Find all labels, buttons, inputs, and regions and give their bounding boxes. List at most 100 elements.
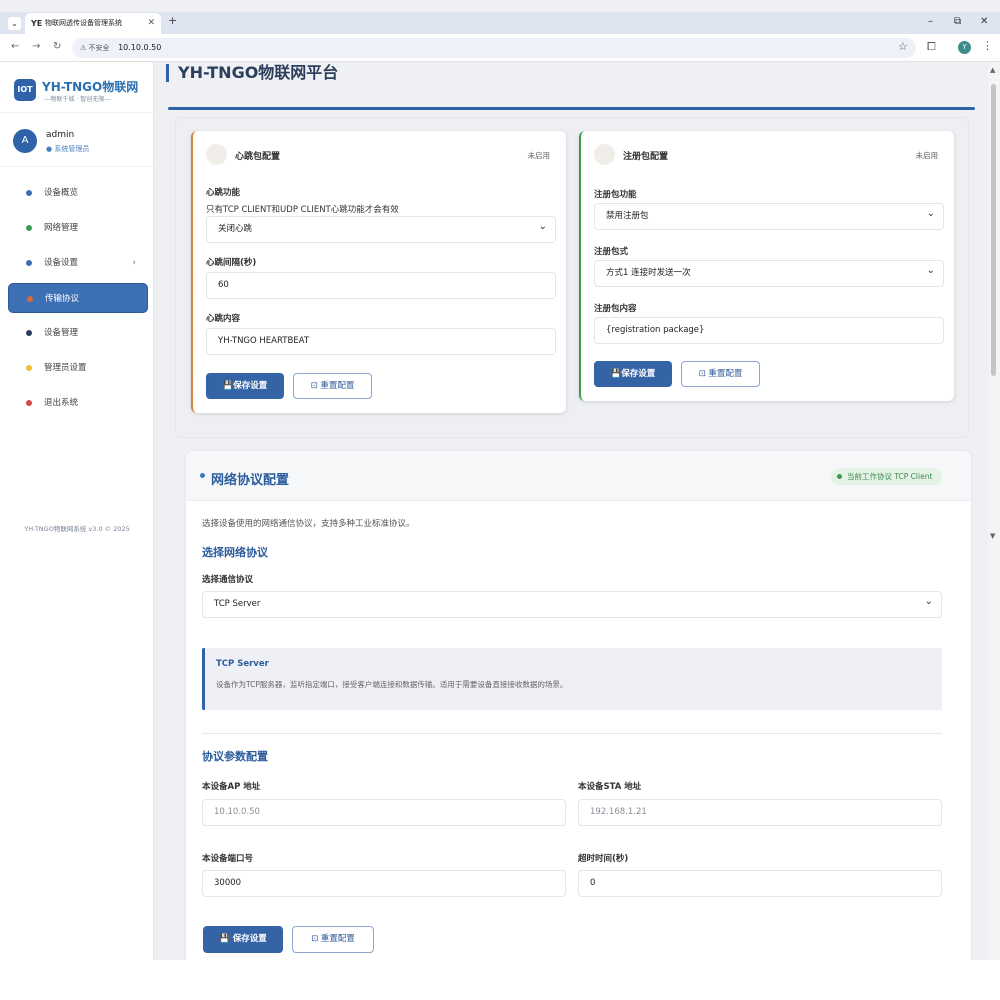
sidebar-item-label: 退出系统 (44, 398, 79, 408)
page-title: YH-TNGO物联网平台 (166, 64, 338, 82)
browser-window: ⌄ YE 物联网透传设备管理系统 ✕ + – ⧉ ✕ ← → ↻ ⚠ 不安全 1… (0, 0, 1000, 960)
profile-avatar[interactable]: Y (958, 41, 971, 54)
url-text: 10.10.0.50 (118, 43, 162, 52)
new-tab-icon[interactable]: + (168, 14, 177, 27)
port-input[interactable]: 30000 (202, 870, 566, 897)
heartbeat-hint: 只有TCP CLIENT和UDP CLIENT心跳功能才会有效 (206, 205, 399, 215)
scrollbar-thumb[interactable] (991, 84, 996, 376)
forward-icon[interactable]: → (32, 41, 40, 52)
registration-mode-label: 注册包式 (594, 247, 629, 257)
registration-function-label: 注册包功能 (594, 190, 637, 200)
back-icon[interactable]: ← (11, 41, 19, 52)
tab-search-icon[interactable]: ⌄ (8, 17, 21, 30)
current-protocol-badge: 当前工作协议 TCP Client (831, 468, 943, 485)
registration-reset-button[interactable]: ⊡ 重置配置 (681, 361, 760, 387)
registration-status: 未启用 (915, 151, 939, 160)
registration-content-label: 注册包内容 (594, 304, 637, 314)
protocol-info-text: 设备作为TCP服务器，监听指定端口，接受客户端连接和数据传输。适用于需要设备直接… (216, 680, 568, 689)
registration-function-select[interactable]: 禁用注册包 (594, 201, 944, 230)
insecure-warning[interactable]: ⚠ 不安全 (80, 44, 110, 52)
address-bar: ← → ↻ ⚠ 不安全 10.10.0.50 ☆ ⧠ Y ⋮ (0, 34, 1000, 62)
chevron-right-icon: › (132, 258, 136, 268)
sta-address-label: 本设备STA 地址 (578, 782, 642, 792)
logo-badge: IOT (14, 79, 36, 101)
sidebar-item-device-management[interactable]: 设备管理 (8, 318, 148, 348)
registration-card: 注册包配置 未启用 注册包功能 禁用注册包 注册包式 方式1 连接时发送一次 注… (579, 131, 954, 401)
tab-close-icon[interactable]: ✕ (147, 13, 155, 34)
protocol-description: 选择设备使用的网络通信协议，支持多种工业标准协议。 (202, 519, 415, 529)
user-avatar: A (13, 129, 37, 153)
registration-content-input[interactable]: {registration package} (594, 317, 944, 344)
ap-address-input[interactable]: 10.10.0.50 (202, 799, 566, 826)
nav-dot-icon (27, 296, 33, 302)
protocol-title: 网络协议配置 (211, 473, 290, 488)
bookmark-star-icon[interactable]: ☆ (898, 40, 908, 53)
heartbeat-interval-label: 心跳间隔(秒) (206, 258, 257, 268)
title-underline (168, 107, 975, 110)
registration-title: 注册包配置 (623, 152, 669, 162)
browser-menu-icon[interactable]: ⋮ (982, 39, 993, 52)
browser-tab[interactable]: YE 物联网透传设备管理系统 ✕ (25, 13, 161, 34)
section-dot-icon (200, 473, 205, 478)
sta-address-input[interactable]: 192.168.1.21 (578, 799, 942, 826)
extensions-icon[interactable]: ⧠ (927, 40, 936, 54)
heartbeat-interval-input[interactable]: 60 (206, 272, 556, 299)
registration-save-button[interactable]: 💾保存设置 (594, 361, 672, 387)
section-divider (202, 733, 942, 734)
sidebar-item-label: 设备管理 (44, 328, 79, 338)
restore-icon[interactable]: ⧉ (954, 16, 961, 27)
nav-dot-icon (26, 400, 32, 406)
sidebar-item-label: 设备设置 (44, 258, 79, 268)
nav-dot-icon (26, 365, 32, 371)
protocol-info-box: TCP Server 设备作为TCP服务器，监听指定端口，接受客户端连接和数据传… (202, 648, 942, 710)
protocol-select[interactable]: TCP Server (202, 589, 942, 618)
sidebar-item-device-settings[interactable]: 设备设置 › (8, 248, 148, 278)
heartbeat-card: 心跳包配置 未启用 心跳功能 只有TCP CLIENT和UDP CLIENT心跳… (191, 131, 566, 413)
sidebar-item-label: 管理员设置 (44, 363, 87, 373)
protocol-reset-button[interactable]: ⊡ 重置配置 (292, 926, 374, 953)
nav-dot-icon (26, 190, 32, 196)
nav-dot-icon (26, 260, 32, 266)
protocol-panel: 网络协议配置 当前工作协议 TCP Client 选择设备使用的网络通信协议，支… (186, 451, 971, 960)
nav-dot-icon (26, 330, 32, 336)
sidebar-item-admin-settings[interactable]: 管理员设置 (8, 353, 148, 383)
tab-strip: ⌄ YE 物联网透传设备管理系统 ✕ + – ⧉ ✕ (0, 12, 1000, 34)
heartbeat-icon (206, 144, 227, 165)
user-name: admin (46, 130, 75, 140)
page-scrollbar[interactable]: ▲ ▼ (988, 62, 1000, 960)
minimize-icon[interactable]: – (928, 16, 933, 27)
params-heading: 协议参数配置 (202, 750, 268, 763)
sidebar-item-logout[interactable]: 退出系统 (8, 388, 148, 418)
status-dot-icon (837, 474, 842, 479)
sidebar-item-overview[interactable]: 设备概览 (8, 178, 148, 208)
sidebar-footer: YH-TNGO物联网系统 v3.0 © 2025 (24, 525, 130, 533)
select-protocol-heading: 选择网络协议 (202, 546, 268, 559)
heartbeat-title: 心跳包配置 (235, 152, 281, 162)
close-window-icon[interactable]: ✕ (980, 16, 988, 27)
sidebar-item-protocol[interactable]: 传输协议 (8, 283, 148, 313)
heartbeat-reset-button[interactable]: ⊡ 重置配置 (293, 373, 372, 399)
registration-icon (594, 144, 615, 165)
sidebar-divider (0, 112, 154, 113)
timeout-label: 超时时间(秒) (578, 854, 629, 864)
heartbeat-save-button[interactable]: 💾保存设置 (206, 373, 284, 399)
heartbeat-content-input[interactable]: YH-TNGO HEARTBEAT (206, 328, 556, 355)
scroll-up-icon[interactable]: ▲ (990, 66, 995, 74)
timeout-input[interactable]: 0 (578, 870, 942, 897)
reload-icon[interactable]: ↻ (53, 41, 61, 52)
heartbeat-content-label: 心跳内容 (206, 314, 241, 324)
port-label: 本设备端口号 (202, 854, 254, 864)
sidebar-item-label: 设备概览 (44, 188, 79, 198)
user-role: ● 系统管理员 (46, 145, 90, 153)
tab-title: 物联网透传设备管理系统 (45, 19, 122, 27)
heartbeat-function-select[interactable]: 关闭心跳 (206, 214, 556, 243)
brand-name: YH-TNGO物联网 (42, 80, 139, 94)
sidebar-divider (0, 166, 154, 167)
protocol-panel-header: 网络协议配置 当前工作协议 TCP Client (186, 451, 971, 501)
protocol-save-button[interactable]: 💾 保存设置 (203, 926, 283, 953)
url-input[interactable]: ⚠ 不安全 10.10.0.50 (72, 38, 916, 58)
sidebar-item-network[interactable]: 网络管理 (8, 213, 148, 243)
scroll-down-icon[interactable]: ▼ (990, 532, 995, 540)
registration-mode-select[interactable]: 方式1 连接时发送一次 (594, 258, 944, 287)
ap-address-label: 本设备AP 地址 (202, 782, 261, 792)
